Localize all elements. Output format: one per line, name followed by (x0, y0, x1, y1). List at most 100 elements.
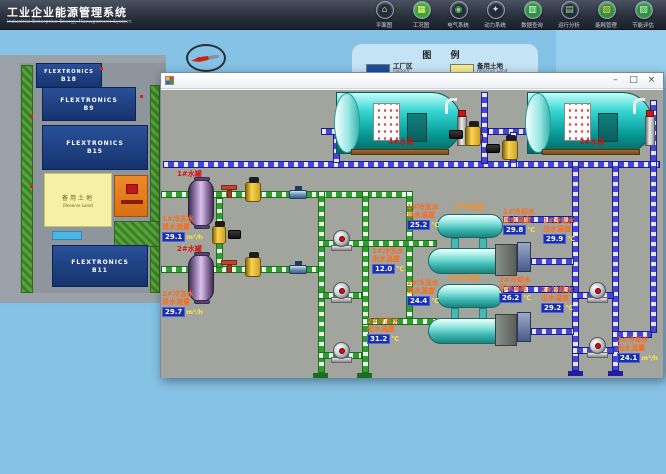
tee-valve-icon[interactable] (221, 260, 237, 265)
check-valve-icon[interactable] (289, 265, 307, 274)
pump-impeller (339, 288, 345, 294)
toolbar-button-data-query[interactable]: ▥数据查询 (514, 1, 551, 29)
building-b15[interactable]: FLEXTRONICS B15 (42, 125, 148, 170)
chilled-water-pump-2[interactable] (330, 281, 354, 303)
motor-valve-icon[interactable] (465, 126, 481, 146)
pipe (531, 258, 574, 265)
reading-label: 2#冷冻水 (367, 317, 399, 325)
toolbar-label: 工况图 (413, 20, 429, 28)
compass-icon (186, 44, 226, 72)
reading-label: 1#冷冻水 (162, 215, 203, 223)
motor-valve-icon[interactable] (212, 226, 226, 244)
reserve-land-label: 备用土地 (62, 193, 94, 202)
reading-unit: m³/h (186, 308, 203, 316)
reading-label: 出水温度 (367, 325, 399, 333)
toolbar-label: 电气系统 (448, 20, 470, 28)
reading-cooling2-supply-flow: 2#冷却水出水流量 24.1m³/h (617, 336, 658, 363)
reading-label: 1#冷却水 (503, 208, 535, 216)
chilled-water-pump-1[interactable] (330, 229, 354, 251)
maximize-button[interactable]: □ (626, 74, 641, 87)
cooling-water-pump-2[interactable] (586, 336, 610, 358)
reading-chilled1-return-temp: 1#冷冻水退水温度 25.2℃ (407, 203, 439, 230)
tank-saddle (542, 149, 640, 155)
reading-cooling2-supply-temp: 2#冷却水出水温度 29.2℃ (541, 286, 573, 313)
gauge-cap (646, 110, 654, 117)
data-query-icon: ▥ (524, 1, 542, 19)
toolbar-button-energy-management[interactable]: ▧能耗管理 (588, 1, 625, 29)
building-b11[interactable]: FLEXTRONICS B11 (52, 245, 148, 287)
reading-unit: ℃ (523, 294, 531, 302)
valve-cap (295, 186, 302, 191)
map-marker (140, 95, 143, 98)
close-button[interactable]: × (644, 74, 659, 87)
map-road (0, 55, 166, 63)
toolbar-button-electrical-system[interactable]: ◉电气系统 (440, 1, 477, 29)
energy-management-icon: ▧ (598, 1, 616, 19)
valve-actuator-icon (228, 230, 241, 239)
reading-value: 25.2 (407, 220, 430, 230)
toolbar-button-floor-plan[interactable]: ⌂平面图 (366, 1, 403, 29)
building-code: B15 (87, 148, 103, 155)
reading-unit: ℃ (565, 304, 573, 312)
reading-label: 退水流量 (162, 223, 203, 231)
tank-end-cap (525, 93, 551, 153)
toolbar-button-operation-analysis[interactable]: ▤运行分析 (551, 1, 588, 29)
level-gauge-icon[interactable] (645, 116, 655, 146)
pipe-foot (357, 373, 372, 378)
operation-analysis-icon: ▤ (561, 1, 579, 19)
pump-valve-icon[interactable] (245, 257, 261, 277)
toolbar-label: 平面图 (376, 20, 392, 28)
window-titlebar[interactable]: – □ × (161, 73, 663, 89)
tank-label: 2#水箱 (562, 137, 622, 147)
reading-chilled2-supply-temp: 2#冷冻水出水温度 31.2℃ (367, 317, 399, 344)
reading-label: 回水温度 (503, 216, 535, 224)
reading-unit: ℃ (431, 297, 439, 305)
reading-label: 出水流量 (617, 344, 658, 352)
toolbar-button-energy-evaluation[interactable]: ▨节能评估 (625, 1, 662, 29)
reading-value: 31.2 (367, 334, 390, 344)
building-code: B18 (61, 76, 77, 83)
tank-end-cap (334, 93, 360, 153)
chiller-1-upper-cylinder[interactable] (437, 214, 503, 238)
chiller-motor-box (517, 312, 531, 342)
reading-cooling2-return-temp: 2#冷却水回水温度 26.2℃ (499, 276, 531, 303)
pump-impeller (339, 348, 345, 354)
building-code: B9 (84, 105, 95, 112)
utility-building[interactable] (114, 175, 148, 217)
chilled-water-pump-3[interactable] (330, 341, 354, 363)
map-green-strip (21, 65, 33, 293)
minimize-button[interactable]: – (608, 74, 623, 87)
cooling-water-pump-1[interactable] (586, 281, 610, 303)
chiller-motor-box (517, 242, 531, 272)
reading-label: 出水温度 (372, 255, 404, 263)
pipe (531, 328, 574, 335)
chiller-end-plate (495, 314, 517, 346)
reading-unit: m³/h (186, 233, 203, 241)
reading-unit: ℃ (527, 226, 535, 234)
building-b18[interactable]: FLEXTRONICS B18 (36, 63, 102, 88)
map-garden (114, 221, 160, 247)
toolbar-button-process-diagram[interactable]: ▦工况图 (403, 1, 440, 29)
gauge-cap (458, 110, 466, 117)
reading-value: 24.1 (617, 353, 640, 363)
reading-value: 29.7 (162, 307, 185, 317)
check-valve-icon[interactable] (289, 190, 307, 199)
reading-unit: ℃ (431, 221, 439, 229)
water-tank-1[interactable]: 1#水箱 (336, 92, 462, 154)
building-b9[interactable]: FLEXTRONICS B9 (42, 87, 136, 121)
building-name: FLEXTRONICS (60, 97, 118, 104)
pump-impeller (339, 236, 345, 242)
motor-valve-icon[interactable] (502, 140, 518, 160)
tee-valve-icon[interactable] (221, 185, 237, 190)
pump-valve-icon[interactable] (245, 182, 261, 202)
app-header: 工业企业能源管理系统 Industrial Enterprise Energy … (0, 0, 666, 30)
toolbar-label: 能耗管理 (596, 20, 618, 28)
toolbar-button-power-system[interactable]: ✦动力系统 (477, 1, 514, 29)
reading-label: 1#冷冻水 (372, 247, 404, 255)
toolbar-label: 数据查询 (522, 20, 544, 28)
reserve-land-area[interactable]: 备用土地 (Reserve Land) (44, 173, 112, 227)
vent-pipe (633, 98, 645, 114)
chiller-2-upper-cylinder[interactable] (437, 284, 503, 308)
reading-value: 12.0 (372, 264, 395, 274)
reading-chilled2-return-flow: 2#冷冻水退水流量 29.7m³/h (162, 290, 203, 317)
